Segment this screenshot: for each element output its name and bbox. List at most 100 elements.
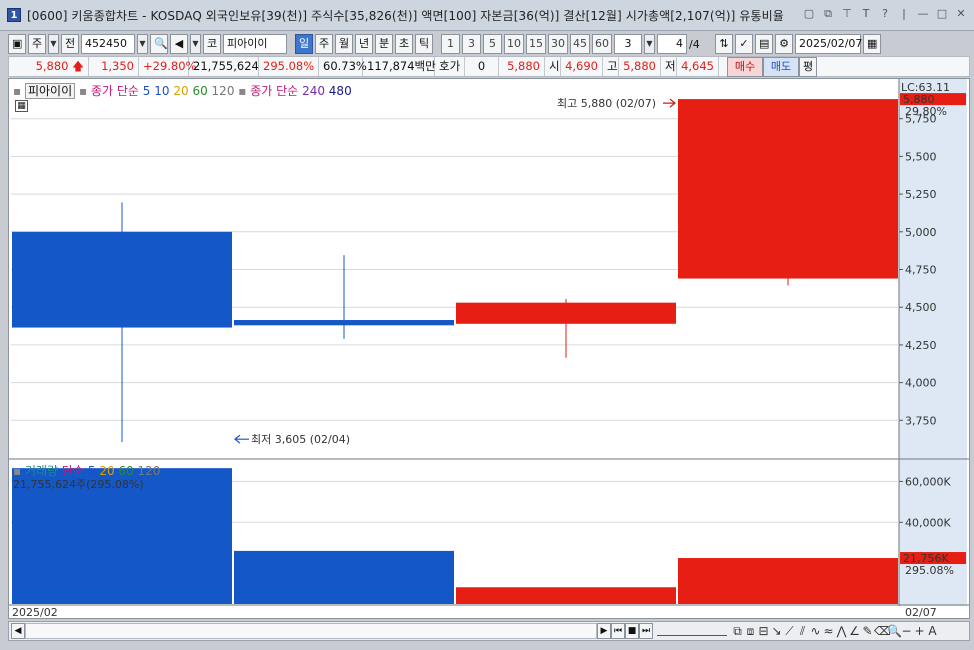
paste-icon[interactable]: ⧈ (744, 624, 757, 639)
open-price: 4,690 (561, 57, 603, 76)
search-icon[interactable]: 🔍 (150, 34, 168, 54)
interval-1-button[interactable]: 1 (441, 34, 460, 54)
volume: 21,755,624 (189, 57, 259, 76)
legend-stock-name[interactable]: 피아이이 (24, 83, 76, 99)
horizontal-scrollbar[interactable] (25, 623, 597, 639)
interval-45-button[interactable]: 45 (570, 34, 590, 54)
candle-body[interactable] (678, 99, 898, 279)
prev-button[interactable]: 전 (61, 34, 79, 54)
speaker-icon[interactable]: ◀ (170, 34, 188, 54)
trade-icon[interactable]: ⇅ (715, 34, 733, 54)
buy-button[interactable]: 매수 (727, 56, 763, 77)
wave-icon[interactable]: ≈ (822, 624, 835, 638)
legend-ma5: 5 (142, 84, 151, 98)
sell-button[interactable]: 매도 (763, 56, 799, 77)
text-icon[interactable]: T (859, 7, 873, 21)
speaker-dropdown-icon[interactable]: ▼ (190, 34, 201, 54)
stop-icon[interactable]: ■ (625, 623, 639, 639)
chart-settings-icon[interactable]: ▣ (8, 34, 26, 54)
stock-code-dropdown-icon[interactable]: ▼ (137, 34, 148, 54)
text-tool-icon[interactable]: ✎ (861, 624, 874, 638)
interval-3-button[interactable]: 3 (462, 34, 481, 54)
interval-30-button[interactable]: 30 (548, 34, 568, 54)
calendar-icon[interactable]: ▦ (863, 34, 881, 54)
candle-body[interactable] (234, 320, 454, 326)
candle-body[interactable] (456, 302, 676, 324)
table-icon[interactable]: ▦ (15, 100, 28, 112)
help-icon[interactable]: ? (878, 7, 892, 21)
trend-line-icon[interactable]: ⟋ (783, 624, 796, 639)
legend-close-simple-2: 종가 단순 (250, 84, 299, 98)
erase-icon[interactable]: ⌫ (874, 624, 891, 638)
volume-bar[interactable] (234, 550, 454, 604)
copy-icon[interactable]: ⧉ (731, 624, 744, 639)
price-info-bar: 5,880 🡅 1,350 +29.80% 21,755,624 295.08%… (8, 56, 970, 77)
draw-line-icon[interactable]: ↘ (770, 624, 783, 638)
zoom-out-icon[interactable]: − (900, 624, 913, 638)
period-tick-button[interactable]: 틱 (415, 34, 433, 54)
stock-code-input[interactable]: 452450 (81, 34, 135, 54)
count-dropdown-icon[interactable]: ▼ (644, 34, 655, 54)
layout-icon[interactable]: ▢ (802, 7, 816, 21)
close-icon[interactable]: ✕ (954, 7, 968, 21)
period-day-button[interactable]: 일 (295, 34, 313, 54)
candle-body[interactable] (12, 231, 232, 328)
channel-icon[interactable]: ⫽ (796, 624, 809, 639)
low-annotation: 최저 3,605 (02/04) (251, 433, 350, 446)
speed-slider[interactable] (657, 626, 727, 636)
volume-bar[interactable] (678, 558, 898, 604)
stock-name-field[interactable]: 피아이이 (223, 34, 287, 54)
zoom-icon[interactable]: 🔍 (887, 624, 902, 638)
low-arrow-icon (234, 434, 249, 444)
high-arrow-icon (663, 98, 676, 108)
quote-price: 5,880 (499, 57, 545, 76)
chart-canvas[interactable]: 5,7505,5005,2505,0004,7504,5004,2504,000… (9, 79, 969, 618)
avg-button[interactable]: 평 (799, 56, 817, 77)
period-second-button[interactable]: 초 (395, 34, 413, 54)
forward-icon[interactable]: ⏭ (639, 623, 653, 639)
chevron-down-icon[interactable]: ▼ (48, 34, 59, 54)
scroll-right-icon[interactable]: ▶ (597, 623, 611, 639)
zoom-in-icon[interactable]: + (913, 624, 926, 638)
chart-area[interactable]: 5,750 5,500 5,250 5,000 4,750 4,500 4,250 4,000… (8, 78, 970, 619)
font-size-icon[interactable]: A (926, 624, 939, 638)
gear-icon[interactable]: ⚙ (775, 34, 793, 54)
pin-icon[interactable]: ⊤ (840, 7, 854, 21)
check-icon[interactable]: ✓ (735, 34, 753, 54)
page-total: /4 (689, 37, 700, 51)
period-month-button[interactable]: 월 (335, 34, 353, 54)
fibonacci-icon[interactable]: ∿ (809, 624, 822, 638)
link-icon[interactable]: ⧉ (821, 7, 835, 21)
last-pct-label: 29.80% (905, 105, 947, 118)
legend-ma20: 20 (173, 84, 189, 98)
maximize-icon[interactable]: □ (935, 7, 949, 21)
toolbar: ▣ 주 ▼ 전 452450 ▼ 🔍 ◀ ▼ 코 피아이이 일 주 월 년 분 … (8, 33, 970, 55)
legend-close-simple: 종가 단순 (90, 84, 139, 98)
angle-icon[interactable]: ∠ (848, 624, 861, 638)
interval-15-button[interactable]: 15 (526, 34, 546, 54)
period-minute-button[interactable]: 분 (375, 34, 393, 54)
interval-10-button[interactable]: 10 (504, 34, 524, 54)
save-icon[interactable]: ▤ (755, 34, 773, 54)
price-change-pct: +29.80% (139, 57, 197, 76)
interval-5-button[interactable]: 5 (483, 34, 502, 54)
price-tick-label: 4,750 (905, 264, 937, 277)
pattern-icon[interactable]: ⋀ (835, 624, 848, 638)
period-year-button[interactable]: 년 (355, 34, 373, 54)
volume-tick-label: 40,000K (905, 516, 951, 529)
layout-split-icon[interactable]: ⊟ (757, 624, 770, 638)
volume-bar[interactable] (456, 587, 676, 604)
scroll-left-icon[interactable]: ◀ (11, 623, 25, 639)
minimize-icon[interactable]: — (916, 7, 930, 21)
title-bar: 1 [0600] 키움종합차트 - KOSDAQ 외국인보유[39(천)] 주식… (0, 0, 974, 31)
rewind-icon[interactable]: ⏮ (611, 623, 625, 639)
chart-type-select[interactable]: 주 (28, 34, 46, 54)
period-week-button[interactable]: 주 (315, 34, 333, 54)
date-input[interactable]: 2025/02/07 (795, 34, 862, 54)
divider-icon: | (902, 7, 906, 20)
page-input[interactable]: 4 (657, 34, 687, 54)
low-price: 4,645 (677, 57, 719, 76)
count-input[interactable]: 3 (614, 34, 642, 54)
volume-info: 21,755,624주(295.08%) (13, 478, 144, 491)
interval-60-button[interactable]: 60 (592, 34, 612, 54)
